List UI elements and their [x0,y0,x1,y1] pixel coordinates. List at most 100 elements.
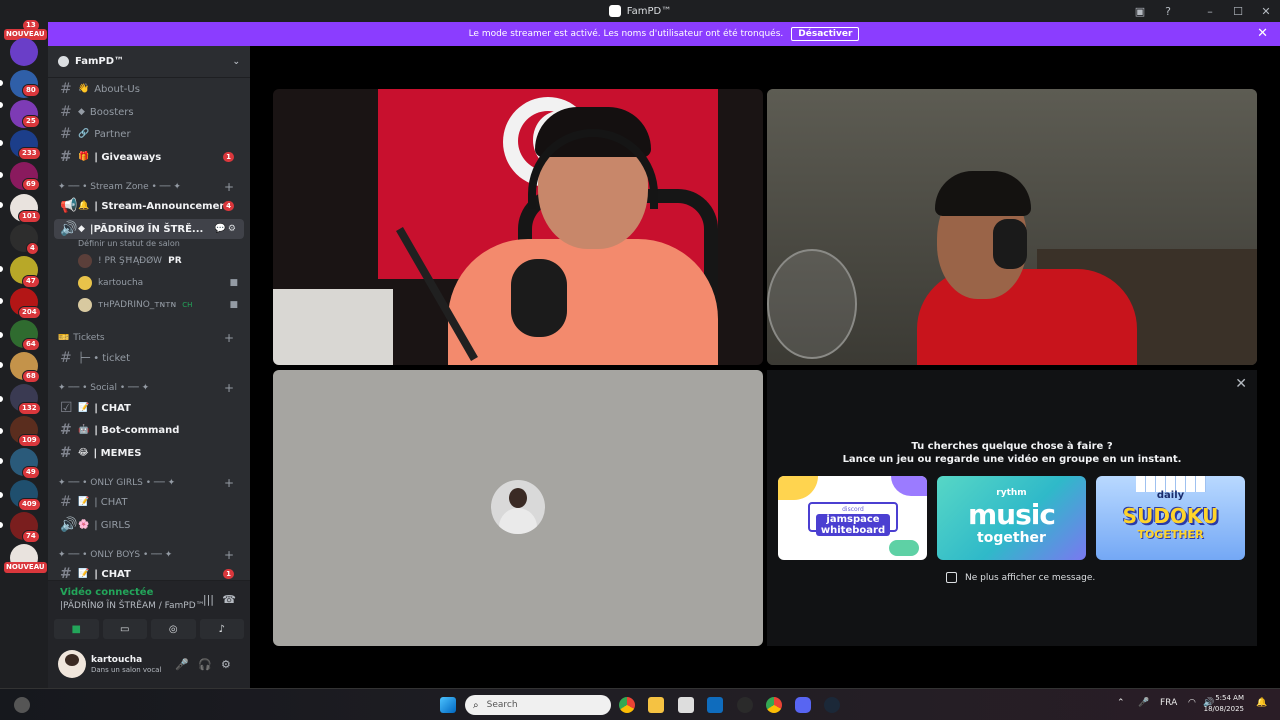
channel-label: | CHAT [94,568,131,580]
taskbar-search[interactable]: ⌕ Search [465,695,611,715]
voice-user[interactable]: ! PR ŞĦĄĐØW PR [78,252,238,270]
soundboard-button[interactable]: ♪ [199,619,244,639]
channel-giveaways[interactable]: # 🎁 | Giveaways 1 [54,147,244,167]
new-badge: NOUVEAU [4,562,47,573]
channel-stream-announcement[interactable]: 📢 🔔 | Stream-Announcement 4 [54,196,244,216]
server-badge: 101 [18,210,41,223]
server-badge: 74 [22,530,40,543]
disconnect-icon[interactable]: ☎ [222,593,236,606]
category-only-girls[interactable]: ✦ ── • ONLY GIRLS • ── ✦ + [58,475,244,491]
video-tile-avatar[interactable] [273,370,763,646]
screen-share-button[interactable]: ▭ [102,619,147,639]
add-channel-icon[interactable]: + [224,381,234,395]
app-icon[interactable] [737,697,753,713]
close-icon[interactable]: ✕ [1257,26,1268,41]
card-brand: rythm [996,488,1027,498]
channel-boosters[interactable]: # ◆ Boosters [54,102,244,122]
channel-about-us[interactable]: # 👋 About-Us [54,79,244,99]
unread-pill [0,458,3,464]
activity-button[interactable]: ◎ [151,619,196,639]
server-icon [58,56,69,67]
video-tile[interactable] [767,89,1257,365]
camera-button[interactable]: ■ [54,619,99,639]
fan [767,249,857,359]
voice-status-hint[interactable]: Définir un statut de salon [78,239,180,248]
hash-icon: # [60,149,72,165]
server-header[interactable]: FamPD™ ⌄ [48,46,250,78]
channel-label: Boosters [89,106,134,118]
chrome-icon[interactable] [619,697,635,713]
activity-card-sudoku[interactable]: daily SUDOKU TOGETHER [1096,476,1245,560]
add-channel-icon[interactable]: + [224,548,234,562]
add-channel-icon[interactable]: + [224,331,234,345]
notifications-icon[interactable]: 🔔 [1256,698,1267,708]
category-tickets[interactable]: 🎫 Tickets + [58,330,244,346]
microphone-icon[interactable]: 🎤 [175,658,189,671]
voice-channel-stream[interactable]: 🔊 ◆ |PÃDRĨNØ ĨN ŠTRĚ... 💬⚙ [54,219,244,239]
store-icon[interactable] [678,697,694,713]
chevron-up-icon[interactable]: ⌃ [1117,698,1125,708]
gear-icon[interactable]: ⚙ [221,658,231,671]
steam-icon[interactable] [824,697,840,713]
activity-card-whiteboard[interactable]: discord jamspace whiteboard [778,476,927,560]
category-social[interactable]: ✦ ── • Social • ── ✦ + [58,380,244,396]
voice-status[interactable]: Vidéo connectée [60,587,153,598]
unread-pill [0,102,3,108]
help-icon[interactable]: ? [1154,0,1182,22]
add-channel-icon[interactable]: + [224,476,234,490]
avatar [78,254,92,268]
voice-user[interactable]: kartoucha ■ [78,274,238,292]
channel-bot-command[interactable]: # 🤖 | Bot-command [54,420,244,440]
clock[interactable]: 5:54 AM 18/08/2025 [1184,693,1244,715]
activity-card-music[interactable]: rythm music together [937,476,1086,560]
start-icon[interactable] [440,697,456,713]
widgets-icon[interactable] [14,697,30,713]
channel-chat-girls[interactable]: # 📝 | CHAT [54,492,244,512]
headphones-icon[interactable]: 🎧 [198,658,212,671]
card-subtitle: together [977,530,1046,546]
channel-partner[interactable]: # 🔗 Partner [54,124,244,144]
channel-tools[interactable]: 💬⚙ [215,224,238,234]
clock-date: 18/08/2025 [1203,705,1244,713]
add-channel-icon[interactable]: + [224,180,234,194]
checkbox[interactable] [946,572,957,583]
camera-icon: ■ [229,300,238,310]
unread-pill [0,492,3,498]
minimize-button[interactable]: – [1196,0,1224,22]
category-label: ✦ ── • ONLY GIRLS • ── ✦ [58,478,176,488]
video-tile[interactable] [273,89,763,365]
dont-show-again[interactable]: Ne plus afficher ce message. [946,572,1095,583]
voice-channel-path[interactable]: |PÃDRĨNØ ĨN ŠTRĚAM / FamPD™ [60,601,205,611]
search-icon: ⌕ [473,699,479,711]
category-only-boys[interactable]: ✦ ── • ONLY BOYS • ── ✦ + [58,547,244,563]
server-badge: 109 [18,434,41,447]
server-icon[interactable] [10,38,38,66]
maximize-button[interactable]: ☐ [1224,0,1252,22]
microphone-icon[interactable]: 🎤 [1138,698,1149,708]
channel-sidebar: FamPD™ ⌄ # 👋 About-Us # ◆ Boosters # 🔗 P… [48,46,250,688]
voice-channel-girls[interactable]: 🔊 🌸 | GIRLS [54,515,244,535]
inbox-icon[interactable]: ▣ [1126,0,1154,22]
chrome-icon[interactable] [766,697,782,713]
voice-user[interactable]: ᴛʜPADRINO_ᴛɴᴛɴ CH ■ [78,296,238,314]
close-window-button[interactable]: ✕ [1252,0,1280,22]
disable-streamer-button[interactable]: Désactiver [791,27,860,41]
noise-suppression-icon[interactable]: ||| [203,593,214,606]
avatar[interactable] [58,650,86,678]
channel-ticket[interactable]: # ├─ • ticket [54,348,244,368]
link-icon: 🔗 [78,129,90,139]
voice-user-name: ᴛʜPADRINO_ᴛɴᴛɴ [98,300,177,310]
language-indicator[interactable]: FRA [1160,698,1177,708]
category-stream-zone[interactable]: ✦ ── • Stream Zone • ── ✦ + [58,179,244,195]
channel-label: | GIRLS [94,519,131,531]
hash-icon: # [60,350,72,366]
file-explorer-icon[interactable] [648,697,664,713]
card-title: music [968,498,1056,531]
channel-memes[interactable]: # 😂 | MEMES [54,443,244,463]
user-name[interactable]: kartoucha [91,655,142,665]
channel-chat[interactable]: ☑ 📝 | CHAT [54,398,244,418]
discord-icon[interactable] [795,697,811,713]
outlook-icon[interactable] [707,697,723,713]
server-badge: 69 [22,178,40,191]
close-icon[interactable]: ✕ [1235,376,1247,392]
